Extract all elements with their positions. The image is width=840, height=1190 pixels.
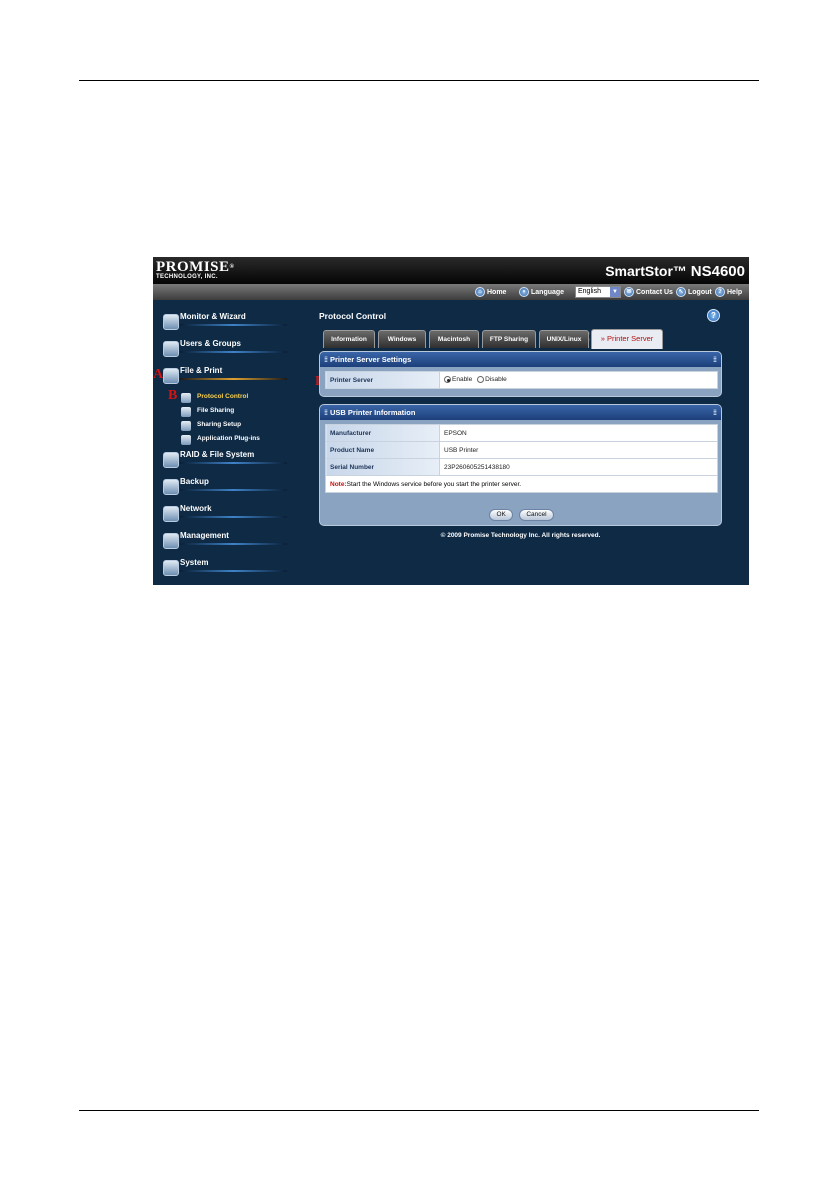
enable-radio[interactable]: Enable [444, 376, 472, 384]
file-sharing-icon [181, 407, 191, 417]
grip-icon: ⁞⁞ [324, 355, 328, 364]
contact-us-link[interactable]: ✉ Contact Us [624, 286, 673, 298]
product-name: SmartStor™ NS4600 [605, 263, 745, 280]
sidebar-item-monitor-wizard[interactable]: Monitor & Wizard [163, 312, 288, 332]
monitor-wizard-icon [163, 314, 179, 330]
protocol-control-icon [181, 393, 191, 403]
help-icon[interactable]: ? [707, 309, 720, 322]
application-plugins-icon [181, 435, 191, 445]
help-link[interactable]: ? Help [715, 286, 742, 298]
top-nav-bar: ⌂ Home • Language ✉ Contact Us ↖ Logout ? Hel… [153, 284, 749, 300]
raid-icon [163, 452, 179, 468]
sidebar-item-backup[interactable]: Backup [163, 477, 288, 497]
backup-icon [163, 479, 179, 495]
smartstor-screenshot: PROMISE® TECHNOLOGY, INC. SmartStor™ NS4… [153, 257, 749, 585]
language-label: • Language [519, 286, 564, 298]
brand-subtitle: TECHNOLOGY, INC. [156, 274, 218, 280]
panel-header: ⁞⁞ USB Printer Information ⁞⁞ [320, 405, 721, 420]
panel-header: ⁞⁞ Printer Server Settings ⁞⁞ [320, 352, 721, 367]
printer-server-settings-panel: ⁞⁞ Printer Server Settings ⁞⁞ Printer Ser… [319, 351, 722, 397]
sidebar-item-system[interactable]: System [163, 558, 288, 578]
note-row: Note:Start the Windows service before yo… [325, 475, 718, 493]
collapse-icon[interactable]: ⁞⁞ [713, 405, 717, 420]
usb-printer-info-table: Manufacturer EPSON Product Name USB Prin… [325, 424, 718, 493]
home-link[interactable]: ⌂ Home [475, 286, 506, 298]
tab-information[interactable]: Information [323, 330, 375, 348]
sidebar: Monitor & Wizard Users & Groups File & P… [153, 300, 303, 585]
tab-windows[interactable]: Windows [378, 330, 426, 348]
users-groups-icon [163, 341, 179, 357]
table-row: Serial Number 23P260605251438180 [325, 458, 718, 476]
home-icon: ⌂ [475, 287, 485, 297]
printer-server-settings-table: Printer Server Enable Disable [325, 371, 718, 389]
brand-logo: PROMISE® [156, 259, 235, 275]
table-row: Product Name USB Printer [325, 441, 718, 459]
printer-server-label: Printer Server [325, 371, 440, 389]
active-tab-arrow-icon: » [600, 334, 605, 343]
callout-marker-a: A [153, 367, 164, 382]
help-circle-icon: ? [715, 287, 725, 297]
top-banner: PROMISE® TECHNOLOGY, INC. SmartStor™ NS4… [153, 257, 749, 284]
sidebar-item-users-groups[interactable]: Users & Groups [163, 339, 288, 359]
tab-printer-server[interactable]: » Printer Server [591, 329, 663, 349]
page-title: Protocol Control [319, 311, 387, 321]
management-icon [163, 533, 179, 549]
logout-icon: ↖ [676, 287, 686, 297]
sidebar-item-raid-file-system[interactable]: RAID & File System [163, 450, 288, 470]
disable-radio[interactable]: Disable [477, 376, 507, 384]
callout-marker-b: B [168, 388, 178, 403]
tab-unix-linux[interactable]: UNIX/Linux [539, 330, 589, 348]
sidebar-item-file-print[interactable]: File & Print [163, 366, 288, 386]
language-icon: • [519, 287, 529, 297]
collapse-icon[interactable]: ⁞⁞ [713, 352, 717, 367]
contact-icon: ✉ [624, 287, 634, 297]
chevron-down-icon: ▼ [610, 287, 620, 297]
form-buttons: OK Cancel [320, 503, 723, 521]
network-icon [163, 506, 179, 522]
file-print-icon [163, 368, 179, 384]
system-icon [163, 560, 179, 576]
tab-macintosh[interactable]: Macintosh [429, 330, 479, 348]
page-top-rule [79, 80, 759, 81]
cancel-button[interactable]: Cancel [519, 509, 554, 521]
usb-printer-information-panel: ⁞⁞ USB Printer Information ⁞⁞ Manufacture… [319, 404, 722, 526]
grip-icon: ⁞⁞ [324, 408, 328, 417]
sidebar-item-network[interactable]: Network [163, 504, 288, 524]
language-select[interactable]: English ▼ [575, 286, 621, 298]
sidebar-item-management[interactable]: Management [163, 531, 288, 551]
page-bottom-rule [79, 1110, 759, 1111]
tab-ftp-sharing[interactable]: FTP Sharing [482, 330, 536, 348]
sharing-setup-icon [181, 421, 191, 431]
copyright-footer: © 2009 Promise Technology Inc. All right… [440, 532, 601, 539]
logout-link[interactable]: ↖ Logout [676, 286, 712, 298]
table-row: Manufacturer EPSON [325, 424, 718, 442]
ok-button[interactable]: OK [489, 509, 513, 521]
